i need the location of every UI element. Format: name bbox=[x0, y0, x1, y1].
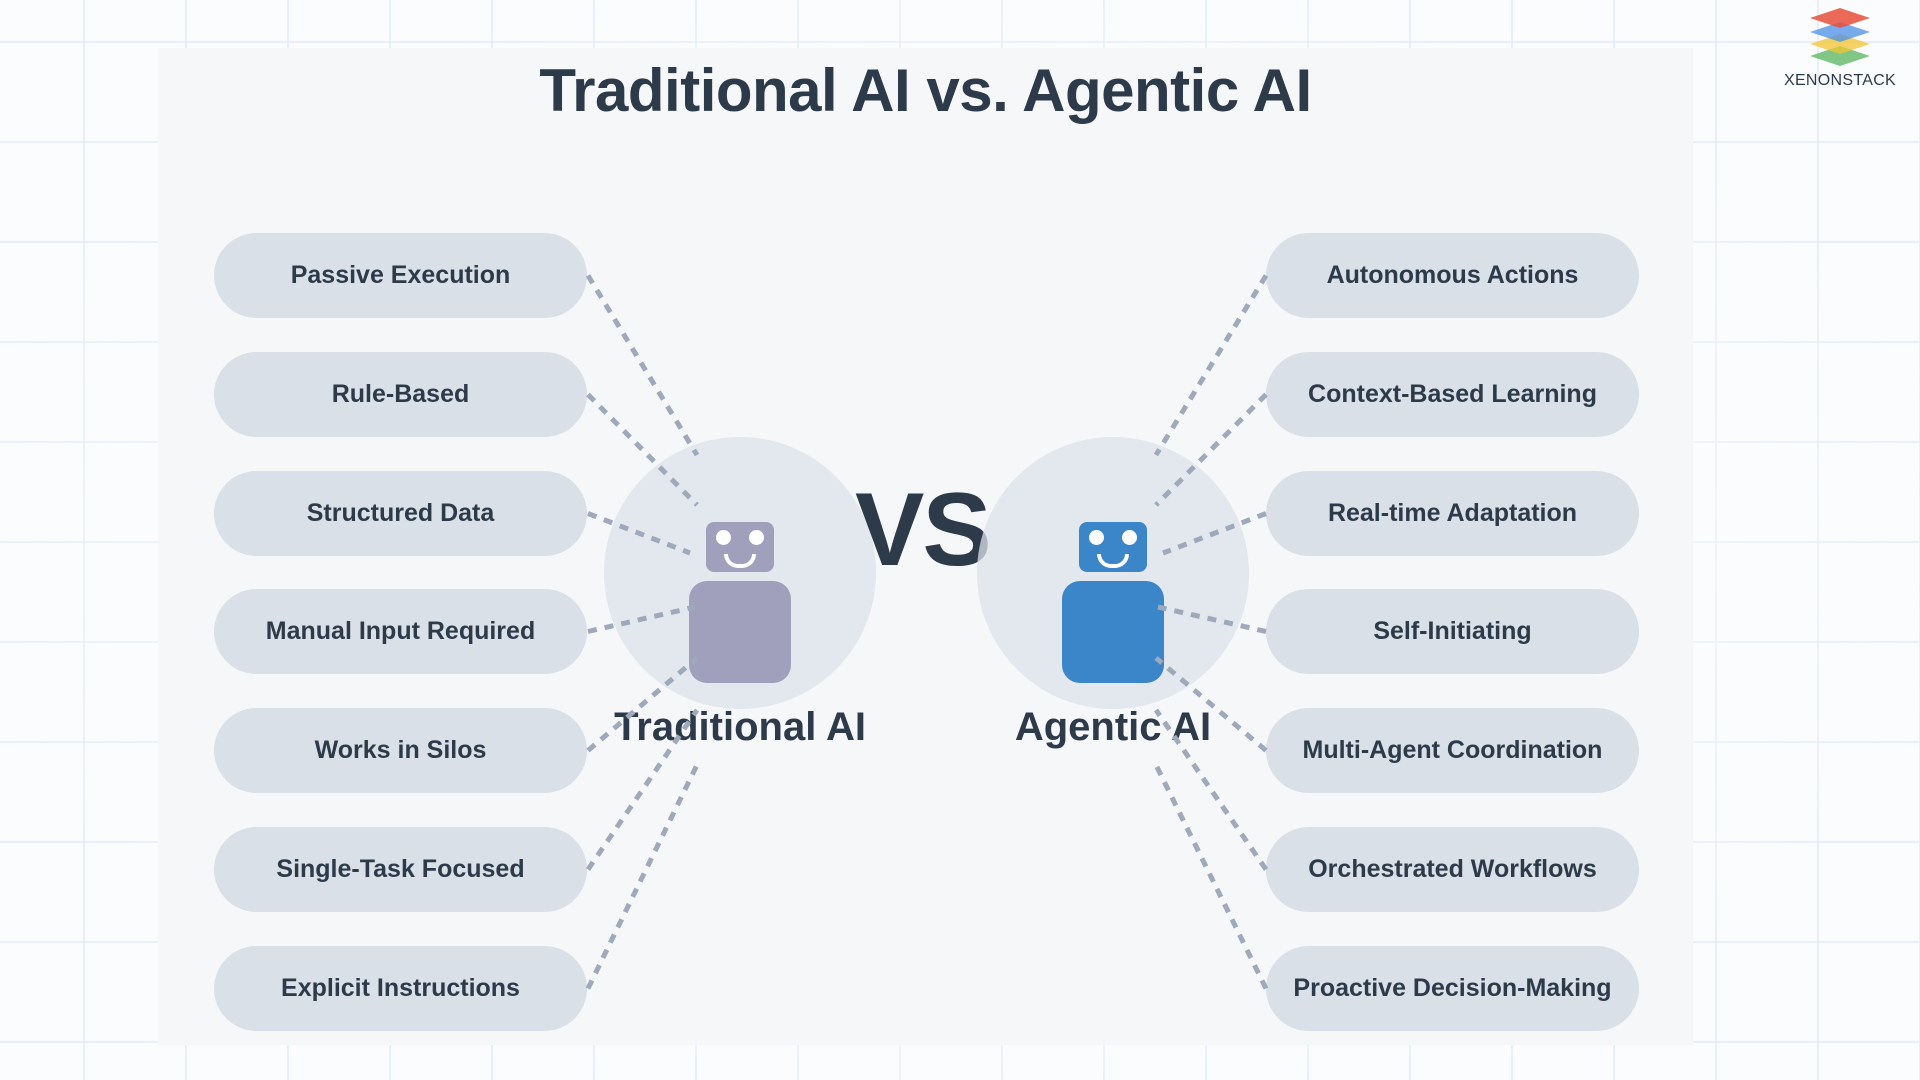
robot-eye bbox=[1122, 530, 1137, 545]
agentic-trait-pill: Orchestrated Workflows bbox=[1266, 827, 1639, 912]
agentic-trait-pill: Self-Initiating bbox=[1266, 589, 1639, 674]
robot-eye bbox=[716, 530, 731, 545]
traditional-trait-pill: Rule-Based bbox=[214, 352, 587, 437]
agentic-trait-pill: Real-time Adaptation bbox=[1266, 471, 1639, 556]
traditional-trait-pill: Explicit Instructions bbox=[214, 946, 587, 1031]
stacked-layers-logo-icon bbox=[1810, 8, 1870, 66]
agentic-ai-label: Agentic AI bbox=[1014, 705, 1212, 749]
robot-smile bbox=[1097, 554, 1129, 568]
robot-head bbox=[1079, 522, 1147, 572]
traditional-trait-pill: Passive Execution bbox=[214, 233, 587, 318]
robot-eye bbox=[749, 530, 764, 545]
robot-body bbox=[1062, 581, 1164, 683]
agentic-trait-pill: Proactive Decision-Making bbox=[1266, 946, 1639, 1031]
traditional-trait-pill: Structured Data bbox=[214, 471, 587, 556]
traditional-trait-pill: Manual Input Required bbox=[214, 589, 587, 674]
agentic-trait-pill: Multi-Agent Coordination bbox=[1266, 708, 1639, 793]
agentic-trait-pill: Autonomous Actions bbox=[1266, 233, 1639, 318]
page-title: Traditional AI vs. Agentic AI bbox=[539, 57, 1312, 124]
traditional-ai-label: Traditional AI bbox=[614, 705, 866, 749]
robot-smile bbox=[724, 554, 756, 568]
brand-name: XENONSTACK bbox=[1783, 72, 1897, 89]
agentic-trait-pill: Context-Based Learning bbox=[1266, 352, 1639, 437]
traditional-trait-pill: Single-Task Focused bbox=[214, 827, 587, 912]
robot-eye bbox=[1089, 530, 1104, 545]
brand-logo: XENONSTACK bbox=[1775, 6, 1905, 96]
robot-body bbox=[689, 581, 791, 683]
traditional-trait-pill: Works in Silos bbox=[214, 708, 587, 793]
vs-label: VS bbox=[855, 472, 992, 588]
robot-head bbox=[706, 522, 774, 572]
